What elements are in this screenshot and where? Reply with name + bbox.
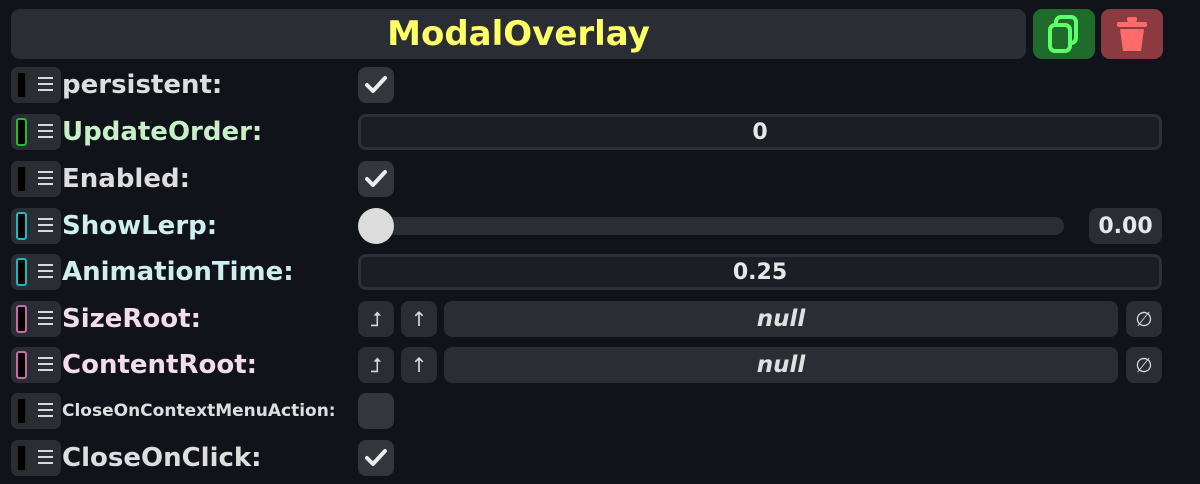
color-bar-icon — [16, 305, 27, 333]
arrow-up-icon: ↑ — [410, 353, 428, 377]
null-icon: ∅ — [1135, 353, 1153, 377]
color-bar-icon — [16, 71, 27, 99]
menu-icon — [38, 311, 53, 325]
label-show-lerp: ShowLerp: — [62, 211, 218, 241]
color-bar-icon — [16, 258, 27, 286]
color-bar-icon — [16, 165, 27, 193]
menu-icon — [38, 264, 53, 278]
size-root-parent-button[interactable]: ↑ — [401, 301, 437, 337]
menu-icon — [38, 171, 53, 185]
drag-handle-show-lerp[interactable] — [11, 208, 61, 244]
null-icon: ∅ — [1135, 307, 1153, 331]
drag-handle-animation-time[interactable] — [11, 254, 61, 290]
menu-icon — [38, 357, 53, 371]
label-close-on-click: CloseOnClick: — [62, 443, 262, 473]
close-on-click-checkbox[interactable] — [358, 440, 394, 476]
close-on-context-checkbox[interactable] — [358, 393, 394, 429]
label-update-order: UpdateOrder: — [62, 117, 263, 147]
drag-handle-close-on-context[interactable] — [11, 393, 61, 429]
label-size-root: SizeRoot: — [62, 304, 201, 334]
animation-time-input[interactable]: 0.25 — [358, 254, 1162, 290]
menu-icon — [38, 124, 53, 138]
enabled-checkbox[interactable] — [358, 161, 394, 197]
delete-button[interactable] — [1101, 9, 1163, 59]
color-bar-icon — [16, 212, 27, 240]
check-icon — [365, 170, 387, 187]
drag-handle-persistent[interactable] — [11, 67, 61, 103]
content-root-reference-field[interactable]: null — [444, 347, 1118, 383]
copy-icon — [1048, 15, 1078, 53]
menu-icon — [38, 403, 53, 417]
size-root-jump-button[interactable]: ⮥ — [358, 301, 394, 337]
check-icon — [365, 76, 387, 93]
menu-icon — [38, 218, 53, 232]
size-root-reference-field[interactable]: null — [444, 301, 1118, 337]
trash-icon — [1117, 17, 1147, 51]
size-root-clear-button[interactable]: ∅ — [1126, 301, 1162, 337]
content-root-clear-button[interactable]: ∅ — [1126, 347, 1162, 383]
color-bar-icon — [16, 444, 27, 472]
drag-handle-enabled[interactable] — [11, 161, 61, 197]
persistent-checkbox[interactable] — [358, 67, 394, 103]
label-enabled: Enabled: — [62, 164, 190, 194]
update-order-input[interactable]: 0 — [358, 114, 1162, 150]
drag-handle-close-on-click[interactable] — [11, 440, 61, 476]
label-close-on-context: CloseOnContextMenuAction: — [62, 401, 336, 421]
arrow-up-icon: ↑ — [410, 307, 428, 331]
content-root-jump-button[interactable]: ⮥ — [358, 347, 394, 383]
jump-to-icon: ⮥ — [370, 307, 382, 331]
label-animation-time: AnimationTime: — [62, 257, 294, 287]
menu-icon — [38, 450, 53, 464]
check-icon — [365, 449, 387, 466]
show-lerp-slider-track[interactable] — [362, 217, 1064, 235]
menu-icon — [38, 77, 53, 91]
drag-handle-content-root[interactable] — [11, 347, 61, 383]
component-title: ModalOverlay — [11, 9, 1026, 59]
color-bar-icon — [16, 118, 27, 146]
drag-handle-update-order[interactable] — [11, 114, 61, 150]
color-bar-icon — [16, 351, 27, 379]
drag-handle-size-root[interactable] — [11, 301, 61, 337]
show-lerp-value[interactable]: 0.00 — [1089, 208, 1162, 244]
duplicate-button[interactable] — [1033, 9, 1095, 59]
show-lerp-slider-handle[interactable] — [358, 208, 394, 244]
label-persistent: persistent: — [62, 70, 223, 100]
content-root-parent-button[interactable]: ↑ — [401, 347, 437, 383]
label-content-root: ContentRoot: — [62, 350, 258, 380]
color-bar-icon — [16, 397, 27, 425]
jump-to-icon: ⮥ — [370, 353, 382, 377]
